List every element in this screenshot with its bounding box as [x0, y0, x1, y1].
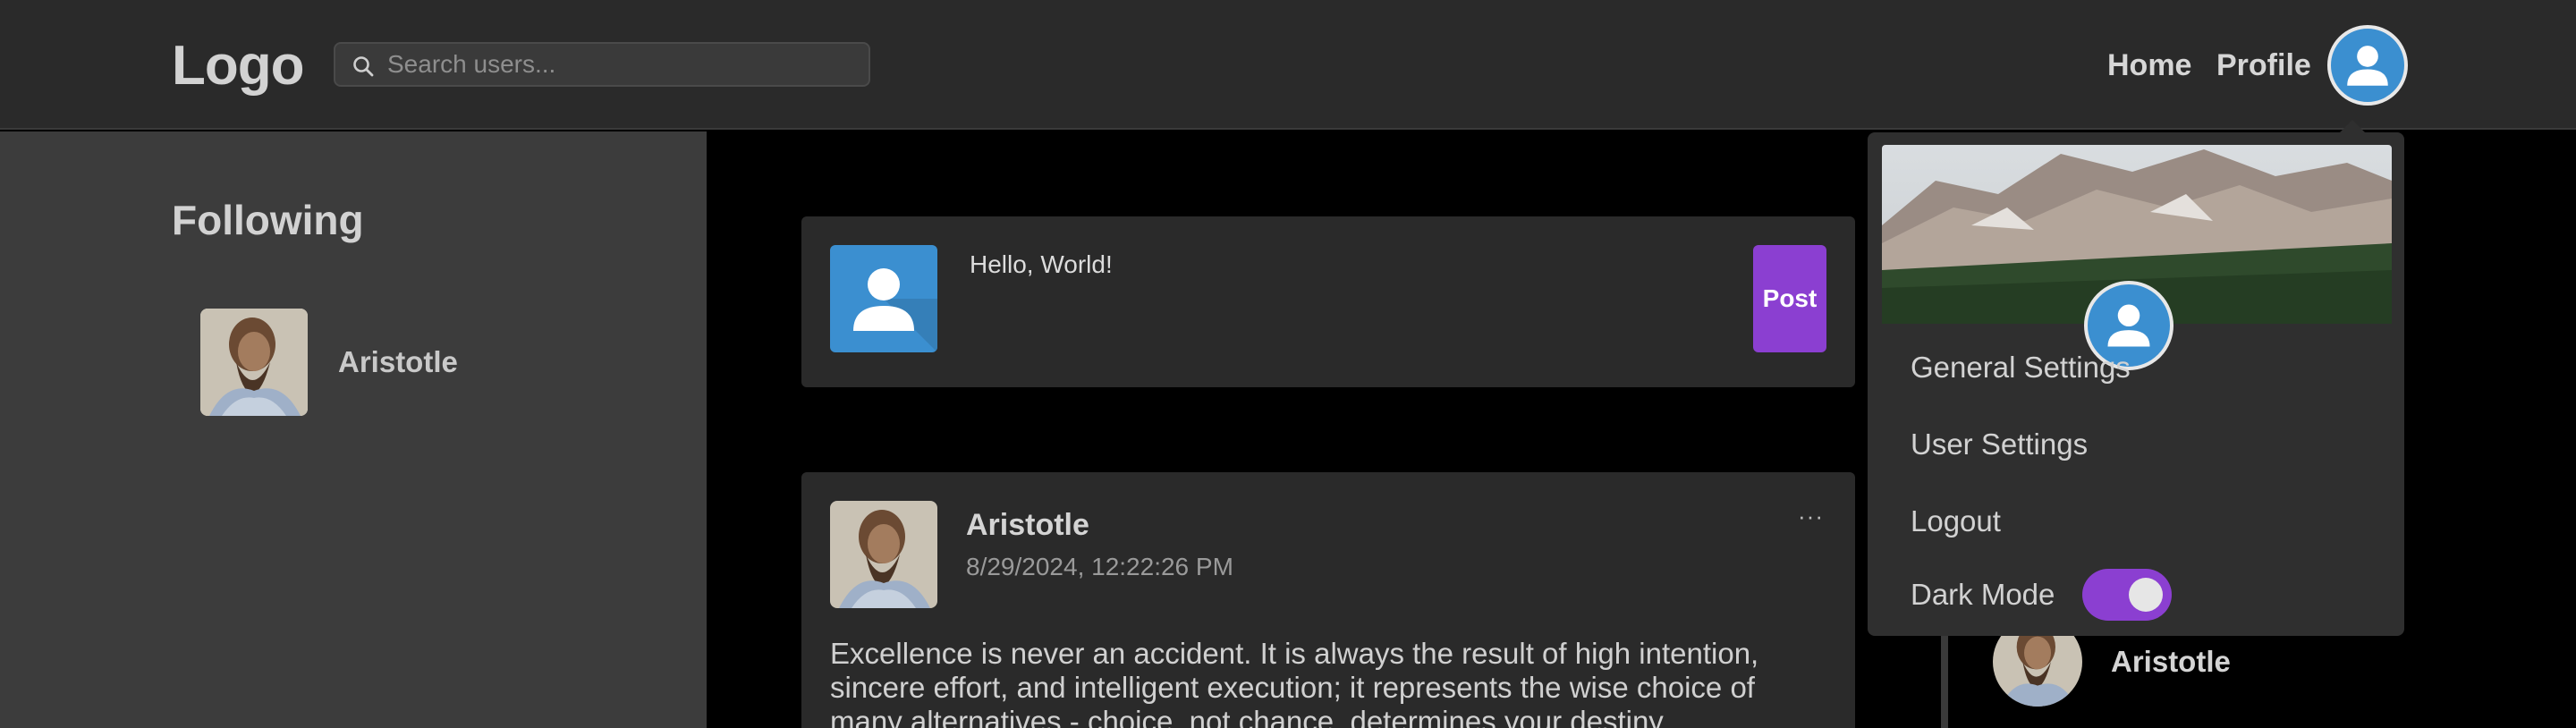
toggle-knob: [2129, 578, 2163, 612]
post-timestamp: 8/29/2024, 12:22:26 PM: [966, 553, 1233, 580]
post-card: Aristotle 8/29/2024, 12:22:26 PM ··· Exc…: [801, 472, 1855, 728]
following-title: Following: [172, 197, 364, 243]
top-navbar: Logo Home Profile: [0, 0, 2576, 130]
post-author-name[interactable]: Aristotle: [966, 508, 1089, 543]
user-icon: [853, 268, 937, 352]
logo[interactable]: Logo: [172, 34, 304, 97]
post-composer: Hello, World! Post: [801, 216, 1855, 387]
following-sidebar: Following Aristotle: [0, 131, 707, 728]
following-item-name: Aristotle: [338, 345, 458, 378]
nav-home-link[interactable]: Home: [2107, 48, 2191, 83]
search-icon: [353, 56, 374, 77]
general-settings-item[interactable]: General Settings: [1911, 351, 2131, 385]
page: Logo Home Profile Following: [0, 0, 2576, 728]
user-avatar-button[interactable]: [2327, 25, 2408, 106]
right-panel-item-name: Aristotle: [2111, 645, 2231, 678]
logout-item[interactable]: Logout: [1911, 504, 2001, 538]
nav-profile-link[interactable]: Profile: [2216, 48, 2311, 83]
post-button[interactable]: Post: [1753, 245, 1826, 352]
dropdown-arrow: [2340, 120, 2365, 132]
composer-text[interactable]: Hello, World!: [970, 250, 1113, 279]
post-body: Excellence is never an accident. It is a…: [830, 637, 1759, 728]
profile-dropdown: General Settings User Settings Logout Da…: [1868, 120, 2404, 636]
search-bar[interactable]: [334, 42, 870, 87]
user-icon: [2347, 46, 2388, 86]
composer-avatar: [830, 245, 937, 352]
dark-mode-label: Dark Mode: [1911, 578, 2055, 611]
search-input[interactable]: [387, 44, 861, 85]
post-author-avatar[interactable]: [830, 501, 937, 608]
dark-mode-toggle[interactable]: [2082, 569, 2172, 621]
user-settings-item[interactable]: User Settings: [1911, 427, 2088, 461]
aristotle-avatar: [200, 309, 308, 416]
more-options-icon[interactable]: ···: [1798, 503, 1824, 530]
following-item[interactable]: Aristotle: [200, 309, 458, 416]
